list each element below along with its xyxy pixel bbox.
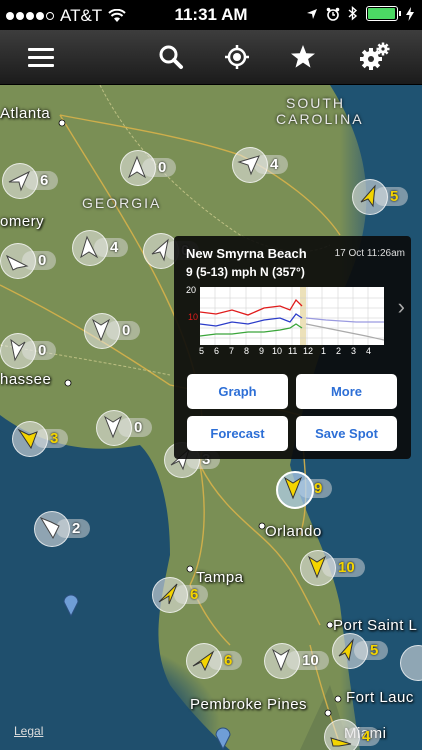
place-label: Atlanta xyxy=(0,105,51,122)
gear-icon[interactable] xyxy=(355,38,395,76)
wind-arrow-icon xyxy=(127,155,147,179)
wind-arrow-icon xyxy=(6,254,29,271)
wind-arrow-icon xyxy=(8,170,31,192)
chart-x-tick: 11 xyxy=(288,346,297,354)
toolbar xyxy=(0,30,422,85)
menu-icon[interactable] xyxy=(20,38,60,76)
chart-x-tick: 4 xyxy=(366,346,371,354)
map-pin-icon[interactable] xyxy=(63,593,79,617)
wind-arrow-icon xyxy=(80,235,99,259)
wind-arrow-icon xyxy=(271,648,291,672)
wind-arrow-icon xyxy=(158,583,178,605)
map-pin-icon[interactable] xyxy=(215,726,231,750)
chart-x-tick: 1 xyxy=(321,346,326,354)
wind-arrow-icon xyxy=(330,737,352,747)
crosshair-icon[interactable] xyxy=(217,38,257,76)
place-label: hassee xyxy=(0,371,52,388)
chart-x-tick: 3 xyxy=(351,346,356,354)
place-label: Tampa xyxy=(196,569,244,586)
chart-x-tick: 5 xyxy=(199,346,204,354)
chart-x-tick: 6 xyxy=(214,346,219,354)
wind-arrow-icon xyxy=(39,516,60,540)
chart-y-tick: 10 xyxy=(188,312,198,322)
bluetooth-icon xyxy=(348,6,358,21)
state-label: GEORGIA xyxy=(82,195,162,211)
more-button[interactable]: More xyxy=(296,374,397,409)
state-label: SOUTH xyxy=(286,95,345,111)
legal-link[interactable]: Legal xyxy=(14,724,43,738)
wind-arrow-icon xyxy=(17,428,38,450)
chart-x-tick: 2 xyxy=(336,346,341,354)
state-label: CAROLINA xyxy=(276,111,364,127)
chart-x-tick: 9 xyxy=(259,346,264,354)
chevron-right-icon[interactable]: › xyxy=(398,294,405,320)
chart-x-tick: 8 xyxy=(244,346,249,354)
place-label: Pembroke Pines xyxy=(190,696,308,713)
wind-arrow-icon xyxy=(360,184,376,208)
alarm-icon xyxy=(326,7,340,21)
place-label: omery xyxy=(0,213,45,230)
place-label: Orlando xyxy=(265,523,322,540)
spot-title: New Smyrna Beach xyxy=(186,246,307,261)
location-arrow-icon xyxy=(307,8,317,19)
wind-arrow-icon xyxy=(192,650,215,672)
spot-popup[interactable]: New Smyrna Beach 17 Oct 11:26am 9 (5-13)… xyxy=(174,236,411,459)
wind-arrow-icon xyxy=(237,155,260,176)
chart-x-tick: 12 xyxy=(303,346,313,354)
search-icon[interactable] xyxy=(151,38,191,76)
chart-x-tick: 10 xyxy=(272,346,282,354)
save-spot-button[interactable]: Save Spot xyxy=(296,416,397,451)
wind-arrow-icon xyxy=(151,238,169,262)
wind-arrow-icon xyxy=(283,476,303,500)
chart-x-tick: 7 xyxy=(229,346,234,354)
wind-arrow-icon xyxy=(338,638,354,662)
forecast-button[interactable]: Forecast xyxy=(187,416,288,451)
wind-arrow-icon xyxy=(10,338,26,362)
wind-arrow-icon xyxy=(91,318,111,342)
place-label: Port Saint L xyxy=(333,617,418,634)
spot-wind: 9 (5-13) mph N (357°) xyxy=(186,265,305,279)
chart-y-tick: 20 xyxy=(186,285,196,295)
place-label: Fort Lauc xyxy=(346,689,414,706)
charging-icon xyxy=(406,6,414,21)
spot-date: 17 Oct 11:26am xyxy=(334,248,405,259)
graph-button[interactable]: Graph xyxy=(187,374,288,409)
battery-icon xyxy=(366,6,401,21)
status-bar: AT&T 11:31 AM xyxy=(0,0,422,30)
wind-chart[interactable]: 20 10 5 6 7 8 9 10 11 12 1 2 3 4 xyxy=(186,284,386,354)
star-icon[interactable] xyxy=(283,38,323,76)
wind-arrow-icon xyxy=(103,415,123,439)
wind-arrow-icon xyxy=(307,555,327,579)
